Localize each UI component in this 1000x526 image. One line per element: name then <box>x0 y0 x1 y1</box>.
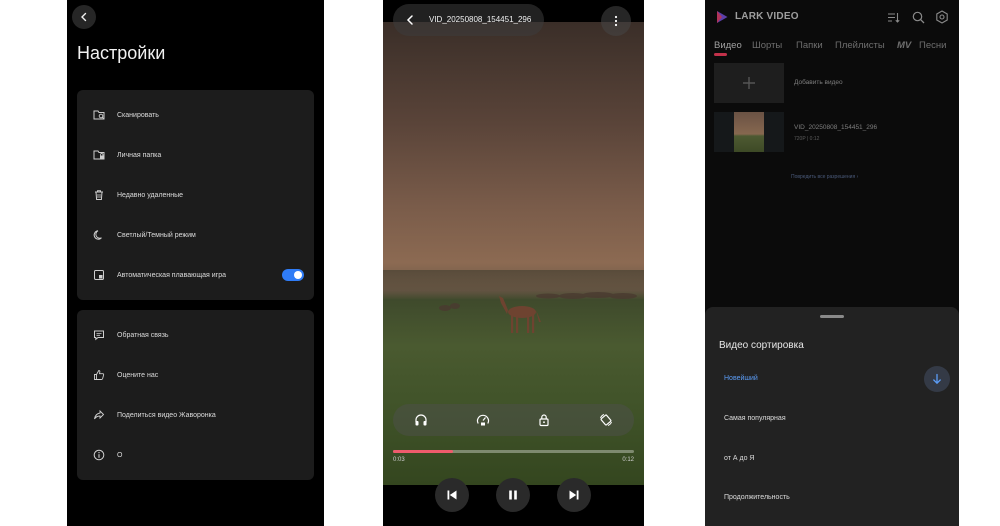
chevron-left-icon <box>81 12 87 22</box>
video-title: VID_20250808_154451_296 <box>429 15 532 24</box>
folder-search-icon <box>91 107 107 123</box>
back-button[interactable] <box>403 13 417 27</box>
settings-item-scan[interactable]: Сканировать <box>77 95 314 135</box>
video-thumbnail[interactable] <box>714 112 784 152</box>
gear-icon <box>936 10 948 24</box>
settings-item-theme[interactable]: Светлый/Темный режим <box>77 215 314 255</box>
settings-item-auto-floating[interactable]: Автоматическая плавающая игра <box>77 255 314 295</box>
settings-item-label: Сканировать <box>117 111 159 119</box>
next-button[interactable] <box>557 478 591 512</box>
resolution-link-label: Повредить все разрешения <box>791 174 856 180</box>
tab-videos[interactable]: Видео <box>714 40 742 51</box>
thumbnail-image <box>734 112 764 152</box>
more-options-button[interactable] <box>601 6 631 36</box>
sort-option-alphabetical[interactable]: от А до Я <box>724 455 754 462</box>
chevron-left-icon <box>406 15 413 25</box>
page-title: Настройки <box>77 43 166 63</box>
arrow-down-icon <box>933 373 941 385</box>
app-brand: LARK VIDEO <box>735 11 799 22</box>
sort-option-duration[interactable]: Продолжительность <box>724 494 790 501</box>
back-button[interactable] <box>72 5 96 29</box>
tab-songs[interactable]: Песни <box>919 40 946 51</box>
pause-button[interactable] <box>496 478 530 512</box>
playback-speed-button[interactable] <box>474 411 492 429</box>
info-icon <box>91 447 107 463</box>
previous-button[interactable] <box>435 478 469 512</box>
thumbs-up-icon <box>91 367 107 383</box>
sort-bottom-sheet: Видео сортировка Новейший Самая популярн… <box>705 307 959 526</box>
settings-screen: Настройки Сканировать Личная папка Недав… <box>67 0 324 526</box>
chevron-right-icon: › <box>856 174 859 180</box>
sheet-title: Видео сортировка <box>719 340 804 351</box>
settings-item-label: Недавно удаленные <box>117 191 184 199</box>
trash-icon <box>91 187 107 203</box>
sort-button[interactable] <box>885 9 901 25</box>
lark-video-logo-icon <box>717 11 728 23</box>
settings-item-share[interactable]: Поделиться видео Жаворонка <box>77 395 314 435</box>
share-icon <box>91 407 107 423</box>
search-icon <box>912 11 924 23</box>
add-video-tile[interactable] <box>714 63 784 103</box>
auto-floating-toggle[interactable] <box>282 269 304 281</box>
lock-icon <box>539 414 549 427</box>
library-background: LARK VIDEO Видео Шорты Папки Плейлисты M… <box>705 0 959 307</box>
folder-lock-icon <box>91 147 107 163</box>
seek-bar[interactable] <box>393 450 634 453</box>
seek-bar-progress <box>393 450 454 453</box>
headphones-icon <box>415 414 427 426</box>
active-tab-indicator <box>714 53 727 56</box>
sheet-drag-handle[interactable] <box>820 315 844 318</box>
skip-next-icon <box>569 490 579 500</box>
settings-item-private-folder[interactable]: Личная папка <box>77 135 314 175</box>
settings-item-label: Светлый/Темный режим <box>117 231 196 239</box>
sort-option-newest[interactable]: Новейший <box>724 375 758 382</box>
settings-item-label: Оцените нас <box>117 371 159 379</box>
tab-playlists[interactable]: Плейлисты <box>835 40 885 51</box>
settings-item-label: О <box>117 451 123 459</box>
toggle-knob <box>294 271 302 279</box>
search-button[interactable] <box>910 9 926 25</box>
settings-group-about: Обратная связь Оцените нас Поделиться ви… <box>77 310 314 480</box>
skip-previous-icon <box>447 490 457 500</box>
add-video-label[interactable]: Добавить видео <box>794 79 843 86</box>
settings-item-rate-us[interactable]: Оцените нас <box>77 355 314 395</box>
sort-option-popular[interactable]: Самая популярная <box>724 415 786 422</box>
audio-mode-button[interactable] <box>412 411 430 429</box>
floating-window-icon <box>91 267 107 283</box>
rotate-icon <box>600 414 612 426</box>
settings-item-label: Автоматическая плавающая игра <box>117 271 226 279</box>
settings-group-main: Сканировать Личная папка Недавно удаленн… <box>77 90 314 300</box>
video-item-meta: 720P | 0:12 <box>794 136 820 142</box>
total-time: 0:12 <box>622 457 634 463</box>
tab-shorts[interactable]: Шорты <box>752 40 782 51</box>
pause-icon <box>509 490 517 500</box>
more-vertical-icon <box>614 15 618 27</box>
settings-item-label: Обратная связь <box>117 331 169 339</box>
settings-item-label: Поделиться видео Жаворонка <box>117 411 216 419</box>
speed-icon <box>476 414 490 426</box>
sort-direction-button[interactable] <box>924 366 950 392</box>
settings-button[interactable] <box>934 9 950 25</box>
settings-item-recently-deleted[interactable]: Недавно удаленные <box>77 175 314 215</box>
sort-icon <box>887 12 900 23</box>
tab-mv[interactable]: MV <box>897 40 911 51</box>
video-player-screen: VID_20250808_154451_296 0:03 0:12 <box>383 0 644 526</box>
resolution-link[interactable]: Повредить все разрешения › <box>791 174 858 180</box>
rotate-screen-button[interactable] <box>597 411 615 429</box>
settings-item-label: Личная папка <box>117 151 162 159</box>
moon-icon <box>91 227 107 243</box>
video-item-name[interactable]: VID_20250808_154451_296 <box>794 124 877 131</box>
tab-folders[interactable]: Папки <box>796 40 823 51</box>
settings-item-feedback[interactable]: Обратная связь <box>77 315 314 355</box>
settings-item-about[interactable]: О <box>77 435 314 475</box>
feedback-icon <box>91 327 107 343</box>
plus-icon <box>743 77 755 89</box>
video-library-screen: LARK VIDEO Видео Шорты Папки Плейлисты M… <box>705 0 959 526</box>
current-time: 0:03 <box>393 457 405 463</box>
screen-lock-button[interactable] <box>535 411 553 429</box>
